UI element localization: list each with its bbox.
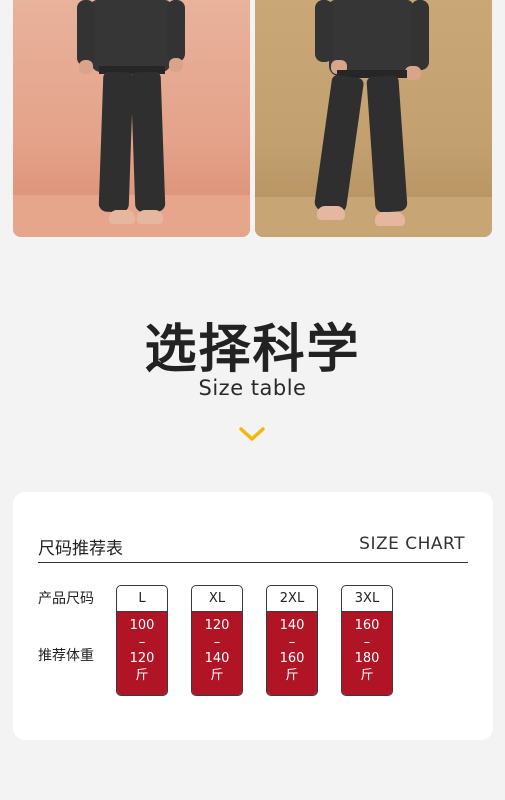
product-photo-back [255, 0, 492, 237]
size-label: 3XL [342, 586, 392, 612]
weight-unit: 斤 [135, 667, 149, 683]
weight-from: 100 [129, 618, 155, 633]
weight-dash: – [363, 634, 371, 650]
size-chart-title-en: SIZE CHART [359, 534, 465, 554]
chevron-down-icon [239, 427, 265, 441]
section-subtitle: Size table [198, 376, 307, 400]
weight-unit: 斤 [285, 667, 299, 683]
weight-range: 120 – 140 斤 [192, 612, 242, 695]
weight-unit: 斤 [360, 667, 374, 683]
row-label-weight: 推荐体重 [38, 648, 94, 664]
size-label: 2XL [267, 586, 317, 612]
weight-to: 160 [279, 651, 305, 666]
size-label: L [117, 586, 167, 612]
model-figure [13, 0, 250, 237]
weight-from: 140 [279, 618, 305, 633]
weight-to: 120 [129, 651, 155, 666]
model-figure [255, 0, 492, 237]
weight-range: 140 – 160 斤 [267, 612, 317, 695]
size-column: 2XL 140 – 160 斤 [266, 585, 318, 696]
section-title: 选择科学 [144, 320, 361, 380]
weight-dash: – [288, 634, 296, 650]
weight-from: 120 [204, 618, 230, 633]
weight-from: 160 [354, 618, 380, 633]
weight-dash: – [213, 634, 221, 650]
weight-dash: – [138, 634, 146, 650]
size-column: XL 120 – 140 斤 [191, 585, 243, 696]
product-photos [0, 0, 505, 250]
product-photo-front [13, 0, 250, 237]
size-chart-title: 尺码推荐表 [38, 539, 123, 559]
weight-to: 180 [354, 651, 380, 666]
row-label-size: 产品尺码 [38, 591, 94, 607]
weight-range: 160 – 180 斤 [342, 612, 392, 695]
weight-unit: 斤 [210, 667, 224, 683]
divider [38, 562, 468, 563]
size-label: XL [192, 586, 242, 612]
size-chart-card: 尺码推荐表 SIZE CHART 产品尺码 推荐体重 L 100 – 120 斤… [13, 492, 493, 740]
weight-to: 140 [204, 651, 230, 666]
size-column: L 100 – 120 斤 [116, 585, 168, 696]
weight-range: 100 – 120 斤 [117, 612, 167, 695]
size-column: 3XL 160 – 180 斤 [341, 585, 393, 696]
